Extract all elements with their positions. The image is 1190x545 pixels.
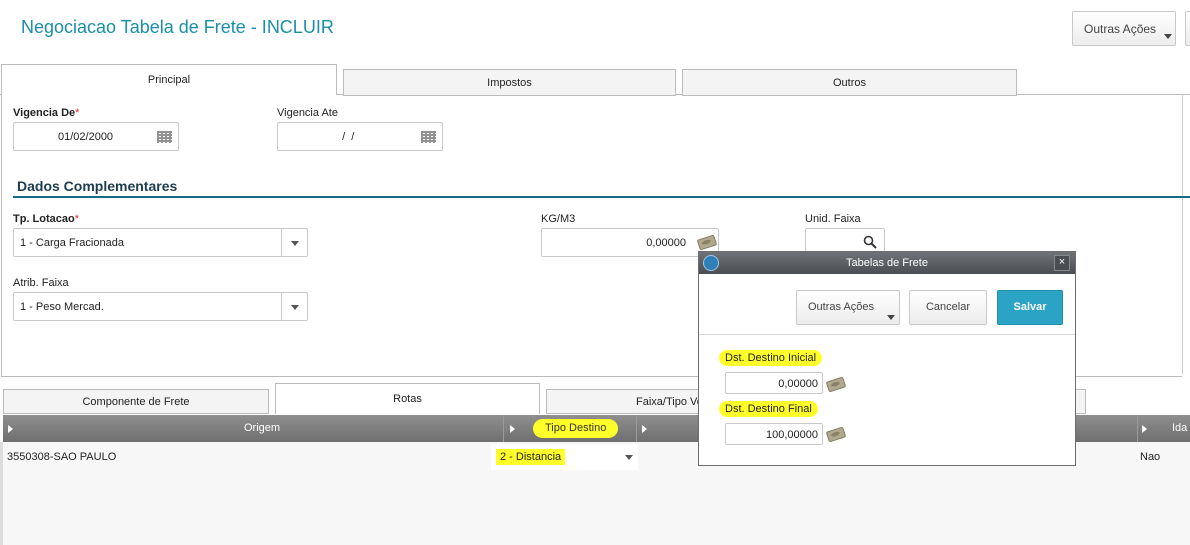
tab-componente-frete[interactable]: Componente de Frete — [3, 389, 269, 414]
tipo-destino-select[interactable]: 2 - Distancia — [491, 444, 638, 470]
other-actions-label: Outras Ações — [1084, 22, 1157, 36]
atrib-faixa-label: Atrib. Faixa — [13, 277, 69, 289]
app-logo-icon — [703, 255, 719, 271]
kg-m3-field[interactable]: 0,00000 — [541, 228, 719, 257]
tab-outros[interactable]: Outros — [682, 69, 1017, 96]
vigencia-de-field[interactable]: 01/02/2000 — [13, 122, 179, 151]
unid-faixa-label: Unid. Faixa — [805, 213, 861, 225]
chevron-down-icon — [291, 241, 299, 246]
dst-final-field[interactable]: 100,00000 — [725, 423, 823, 445]
dialog-other-actions-button[interactable]: Outras Ações — [796, 290, 900, 325]
chevron-down-icon — [291, 305, 299, 310]
vigencia-de-label: Vigencia De* — [13, 107, 80, 119]
expand-arrow-icon — [642, 425, 647, 433]
tab-principal[interactable]: Principal — [1, 64, 337, 95]
column-ida[interactable]: Ida — [1137, 415, 1190, 442]
dialog-titlebar: Tabelas de Frete × — [699, 252, 1075, 274]
column-tipo-destino[interactable]: Tipo Destino — [504, 415, 637, 442]
dst-inicial-label: Dst. Destino Inicial — [719, 350, 823, 366]
chevron-down-icon — [887, 315, 895, 320]
kg-m3-label: KG/M3 — [541, 213, 576, 225]
expand-arrow-icon — [510, 425, 515, 433]
money-icon[interactable] — [825, 376, 847, 393]
chevron-down-icon — [1164, 34, 1172, 39]
tab-rotas[interactable]: Rotas — [275, 383, 540, 414]
close-icon[interactable]: × — [1054, 255, 1070, 271]
tp-lotacao-label: Tp. Lotacao* — [13, 213, 80, 225]
cancel-button[interactable]: Cancelar — [909, 290, 987, 325]
dialog-title: Tabelas de Frete — [846, 257, 928, 269]
tab-impostos[interactable]: Impostos — [343, 69, 676, 96]
section-title: Dados Complementares — [17, 178, 178, 194]
calendar-icon[interactable] — [157, 131, 172, 143]
other-actions-button[interactable]: Outras Ações — [1072, 11, 1176, 46]
dst-final-label: Dst. Destino Final — [719, 401, 818, 417]
tp-lotacao-select[interactable]: 1 - Carga Fracionada — [13, 228, 308, 257]
calendar-icon[interactable] — [421, 131, 436, 143]
atrib-faixa-select[interactable]: 1 - Peso Mercad. — [13, 292, 308, 321]
page-title: Negociacao Tabela de Frete - INCLUIR — [21, 17, 334, 37]
dst-inicial-field[interactable]: 0,00000 — [725, 372, 823, 394]
vigencia-ate-field[interactable]: / / — [277, 122, 443, 151]
search-icon[interactable] — [863, 235, 877, 249]
expand-arrow-icon — [8, 425, 13, 433]
money-icon[interactable] — [825, 426, 847, 443]
column-origem[interactable]: Origem — [3, 415, 504, 442]
vigencia-ate-label: Vigencia Ate — [277, 107, 338, 119]
save-button[interactable]: Salvar — [997, 290, 1063, 325]
tabelas-frete-dialog: Tabelas de Frete × Outras Ações Cancelar… — [698, 251, 1076, 466]
chevron-down-icon — [625, 455, 633, 460]
extra-toolbar-button[interactable] — [1185, 11, 1190, 46]
expand-arrow-icon — [1142, 425, 1147, 433]
